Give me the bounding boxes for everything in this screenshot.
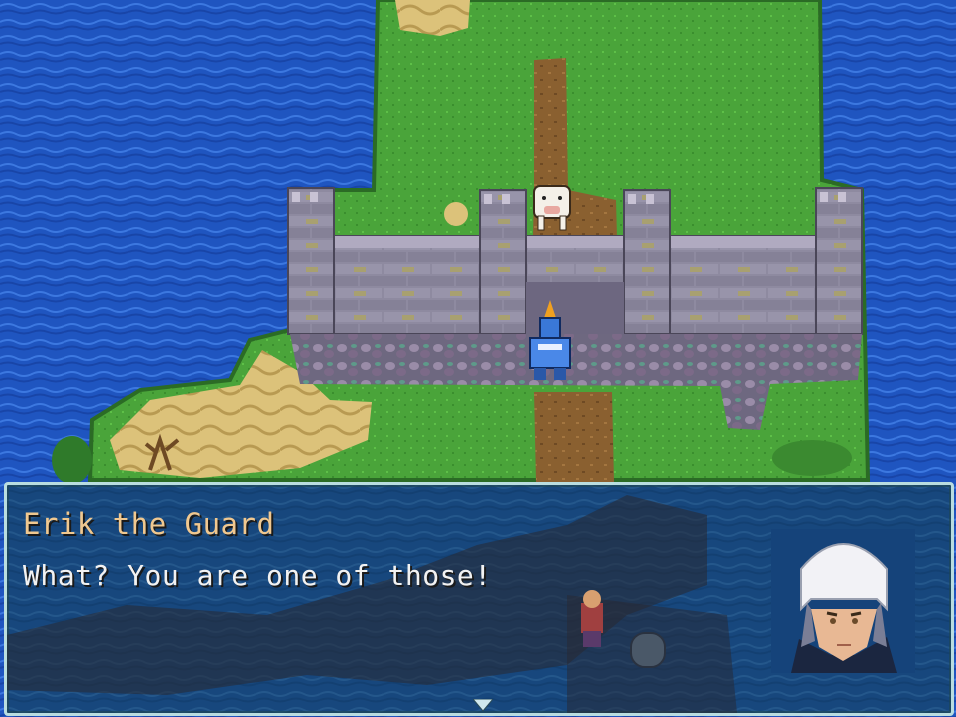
dialog-text: What? You are one of those!	[23, 559, 492, 592]
speaker-name: Erik the Guard	[23, 507, 275, 541]
continue-arrow-icon[interactable]	[473, 699, 493, 711]
game-scene: Erik the Guard What? You are one of thos…	[0, 0, 956, 717]
erik-portrait	[771, 529, 915, 673]
dialog-box[interactable]: Erik the Guard What? You are one of thos…	[4, 482, 954, 716]
